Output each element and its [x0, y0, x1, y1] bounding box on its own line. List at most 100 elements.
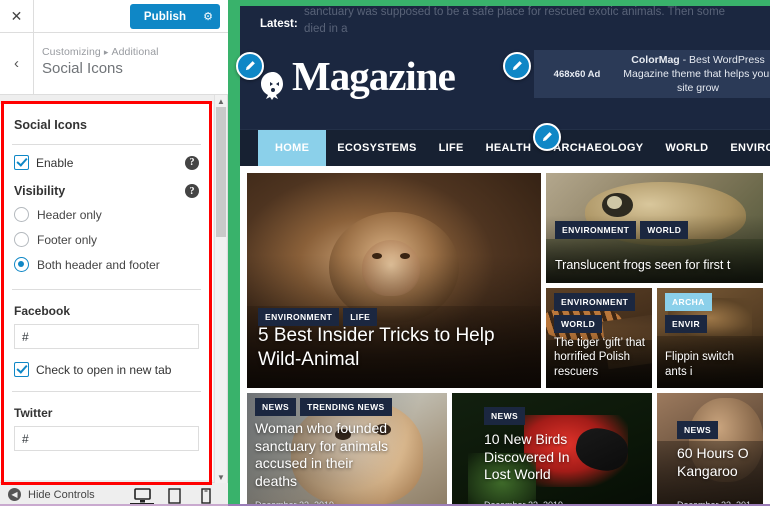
article-title[interactable]: Woman who founded sanctuary for animals …: [255, 420, 391, 490]
open-new-tab-checkbox[interactable]: [14, 362, 29, 377]
radio-both-header-and-footer[interactable]: Both header and footer: [0, 252, 213, 277]
article-card-feature[interactable]: ENVIRONMENT LIFE 5 Best Insider Tricks t…: [247, 173, 541, 388]
breadcrumb-root[interactable]: Customizing: [42, 46, 101, 58]
article-card-woman[interactable]: NEWS TRENDING NEWS Woman who founded san…: [247, 393, 447, 506]
nav-item-world[interactable]: WORLD: [654, 130, 719, 166]
radio-button[interactable]: [14, 257, 29, 272]
edit-site-title-pencil-icon[interactable]: [503, 52, 531, 80]
article-row-primary: ENVIRONMENT LIFE 5 Best Insider Tricks t…: [247, 173, 763, 388]
radio-button[interactable]: [14, 207, 29, 222]
help-icon[interactable]: ?: [185, 184, 199, 198]
publish-button[interactable]: Publish ⚙: [130, 4, 220, 29]
tag[interactable]: ARCHA: [665, 293, 712, 311]
visibility-group-header: Visibility ?: [0, 172, 213, 202]
nav-item-life[interactable]: LIFE: [428, 130, 475, 166]
article-secondary-column: ENVIRONMENT WORLD Translucent frogs seen…: [546, 173, 763, 388]
tag[interactable]: WORLD: [640, 221, 689, 239]
chevron-down-icon[interactable]: ▼: [215, 471, 227, 483]
article-title[interactable]: 60 Hours O Kangaroo: [677, 445, 761, 480]
facebook-url-input[interactable]: [14, 324, 199, 349]
nav-item-ecosystems[interactable]: ECOSYSTEMS: [326, 130, 427, 166]
article-grid: ENVIRONMENT LIFE 5 Best Insider Tricks t…: [240, 166, 770, 506]
article-card-tiger[interactable]: ENVIRONMENT WORLD The tiger ‘gift’ that …: [546, 288, 652, 388]
edit-logo-pencil-icon[interactable]: [236, 52, 264, 80]
article-tertiary-row: ENVIRONMENT WORLD The tiger ‘gift’ that …: [546, 288, 763, 388]
article-title[interactable]: Flippin switch ants i: [665, 350, 757, 379]
main-navigation: HOME ECOSYSTEMS LIFE HEALTH ARCHAEOLOGY …: [240, 129, 770, 166]
hide-controls-label: Hide Controls: [28, 488, 95, 501]
radio-label: Both header and footer: [37, 257, 160, 272]
edit-menu-pencil-icon[interactable]: [533, 123, 561, 151]
gear-icon[interactable]: ⚙: [196, 10, 220, 23]
facebook-field-block: Facebook: [0, 290, 213, 349]
tag[interactable]: NEWS: [484, 407, 526, 425]
facebook-label: Facebook: [14, 304, 71, 318]
article-title[interactable]: 5 Best Insider Tricks to Help Wild-Anima…: [258, 324, 535, 372]
article-card-birds[interactable]: NEWS 10 New Birds Discovered In Lost Wor…: [452, 393, 652, 506]
facebook-newtab-row: Check to open in new tab: [0, 349, 213, 379]
radio-header-only[interactable]: Header only: [0, 202, 213, 227]
tag[interactable]: NEWS: [677, 421, 719, 439]
article-card-ants[interactable]: ARCHA ENVIR Flippin switch ants i: [657, 288, 763, 388]
tag[interactable]: ENVIRONMENT: [555, 221, 637, 239]
twitter-url-input[interactable]: [14, 426, 199, 451]
desktop-view-icon[interactable]: [126, 483, 158, 506]
breadcrumb-parent[interactable]: Additional: [112, 46, 159, 58]
site-logo[interactable]: Magazine: [256, 50, 456, 102]
latest-ticker: Latest: sanctuary was supposed to be a s…: [240, 6, 770, 40]
ticker-label: Latest:: [260, 18, 298, 30]
chevron-up-icon[interactable]: ▲: [215, 95, 227, 107]
back-button[interactable]: ‹: [0, 33, 34, 94]
article-tags: ENVIRONMENT WORLD: [554, 293, 652, 333]
visibility-title: Visibility: [14, 184, 66, 198]
site-logo-text: Magazine: [292, 53, 456, 99]
panel-content: Social Icons Enable ? Visibility ? Heade…: [0, 104, 213, 480]
enable-label: Enable: [36, 155, 74, 170]
tag[interactable]: TRENDING NEWS: [300, 398, 392, 416]
help-icon[interactable]: ?: [185, 155, 199, 170]
collapse-arrow-icon: ◀: [8, 488, 21, 501]
mobile-view-icon[interactable]: [190, 483, 222, 506]
nav-item-home[interactable]: HOME: [258, 130, 327, 166]
article-title[interactable]: The tiger ‘gift’ that horrified Polish r…: [554, 336, 646, 380]
tag[interactable]: NEWS: [255, 398, 297, 416]
panel-header: ‹ Customizing ▸ Additional Social Icons: [0, 33, 228, 95]
article-tags: NEWS: [677, 421, 719, 439]
open-new-tab-label: Check to open in new tab: [36, 362, 172, 377]
twitter-field-block: Twitter: [0, 392, 213, 451]
hide-controls-button[interactable]: ◀ Hide Controls: [0, 488, 95, 501]
ad-banner[interactable]: 468x60 Ad ColorMag - Best WordPress Maga…: [534, 50, 770, 98]
enable-row: Enable ?: [0, 145, 213, 172]
tablet-view-icon[interactable]: [158, 483, 190, 506]
nav-item-environment[interactable]: ENVIRONMENT: [719, 130, 770, 166]
ticker-item-faded[interactable]: sanctuary was supposed to be a safe plac…: [304, 6, 744, 38]
breadcrumb-separator-icon: ▸: [103, 47, 109, 57]
site-header: Latest: sanctuary was supposed to be a s…: [240, 6, 770, 166]
ad-text: ColorMag - Best WordPress Magazine theme…: [620, 53, 770, 95]
tag[interactable]: ENVIR: [665, 315, 707, 333]
ad-size-label: 468x60 Ad: [553, 68, 601, 80]
scrollbar-thumb[interactable]: [216, 107, 226, 237]
preview-site: Latest: sanctuary was supposed to be a s…: [240, 6, 770, 506]
article-card-frog[interactable]: ENVIRONMENT WORLD Translucent frogs seen…: [546, 173, 763, 283]
radio-label: Footer only: [37, 232, 98, 247]
ticker-items: sanctuary was supposed to be a safe plac…: [304, 6, 744, 38]
customizer-topbar: ✕ Publish ⚙: [0, 0, 228, 33]
enable-checkbox[interactable]: [14, 155, 29, 170]
tag[interactable]: WORLD: [554, 315, 603, 333]
tag[interactable]: ENVIRONMENT: [554, 293, 636, 311]
twitter-label: Twitter: [14, 406, 53, 420]
article-tags: ENVIRONMENT WORLD: [555, 221, 689, 239]
article-row-secondary: NEWS TRENDING NEWS Woman who founded san…: [247, 393, 763, 506]
radio-button[interactable]: [14, 232, 29, 247]
article-card-kangaroo[interactable]: NEWS 60 Hours O Kangaroo December 23, 20…: [657, 393, 763, 506]
radio-footer-only[interactable]: Footer only: [0, 227, 213, 252]
article-title[interactable]: Translucent frogs seen for first t: [555, 257, 757, 273]
publish-button-label: Publish: [143, 10, 187, 23]
article-title[interactable]: 10 New Birds Discovered In Lost World: [484, 431, 592, 484]
close-icon[interactable]: ✕: [0, 0, 34, 32]
breadcrumb: Customizing ▸ Additional Social Icons: [42, 46, 159, 77]
radio-label: Header only: [37, 207, 102, 222]
sidebar-scrollbar[interactable]: ▲ ▼: [214, 95, 227, 483]
article-tags: NEWS TRENDING NEWS: [255, 398, 392, 416]
